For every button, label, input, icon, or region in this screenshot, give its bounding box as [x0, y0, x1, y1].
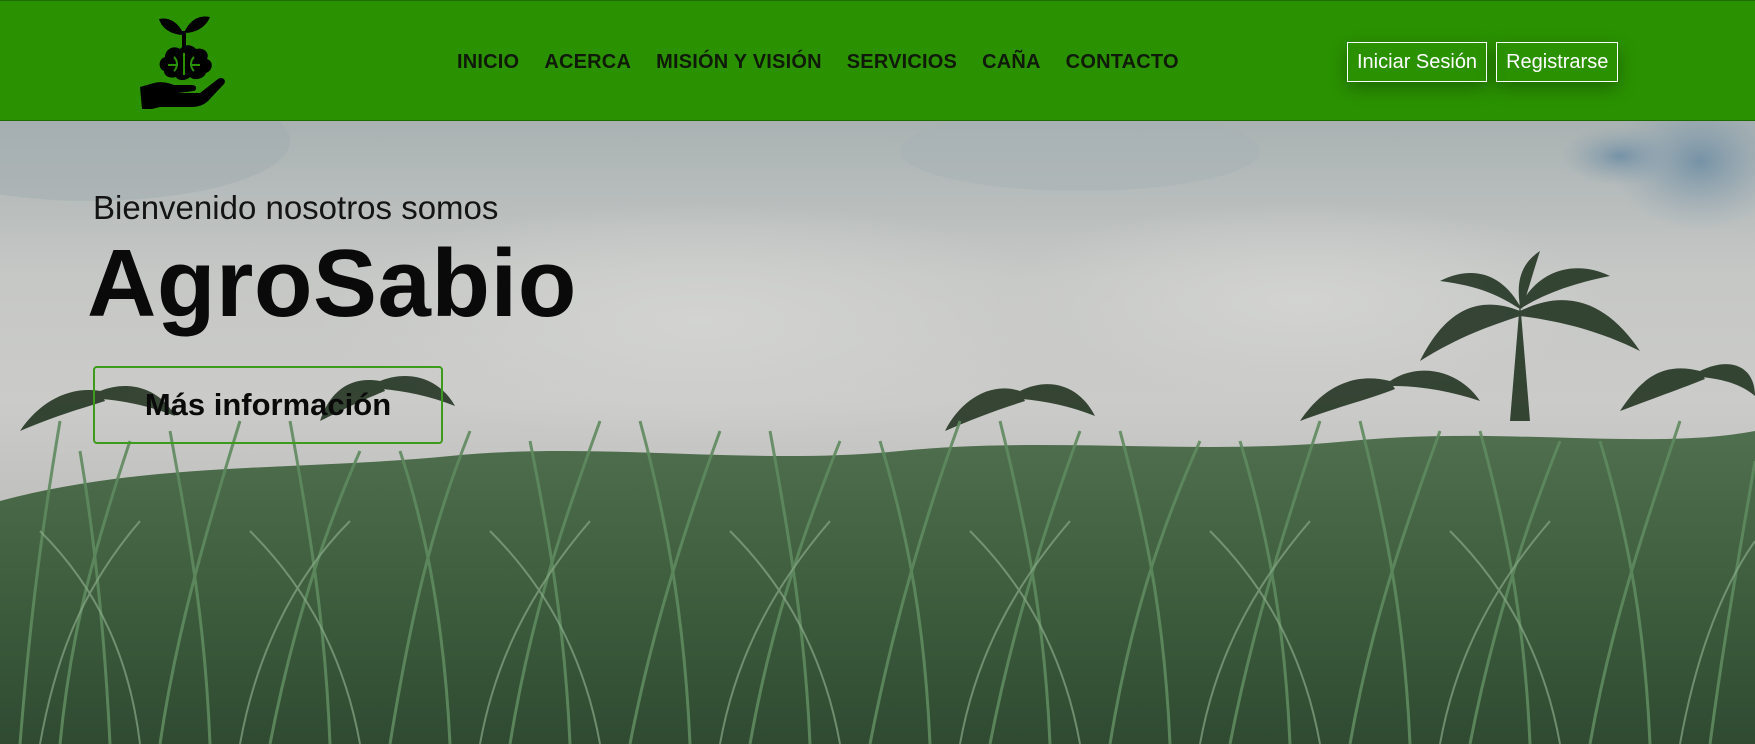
login-button[interactable]: Iniciar Sesión: [1347, 42, 1488, 82]
nav-item-cana[interactable]: CAÑA: [982, 51, 1041, 74]
register-button[interactable]: Registrarse: [1496, 42, 1619, 82]
nav-item-contacto[interactable]: CONTACTO: [1066, 51, 1179, 74]
auth-buttons: Iniciar Sesión Registrarse: [1347, 42, 1619, 83]
nav-item-acerca[interactable]: ACERCA: [544, 51, 631, 74]
nav-item-servicios[interactable]: SERVICIOS: [847, 51, 957, 74]
site-header: INICIO ACERCA MISIÓN Y VISIÓN SERVICIOS …: [0, 0, 1755, 121]
main-nav: INICIO ACERCA MISIÓN Y VISIÓN SERVICIOS …: [457, 49, 1179, 75]
nav-item-inicio[interactable]: INICIO: [457, 51, 519, 74]
hero-section: Bienvenido nosotros somos AgroSabio Más …: [0, 121, 1755, 744]
hero-subtitle: Bienvenido nosotros somos: [93, 189, 499, 226]
hero-title: AgroSabio: [87, 230, 577, 337]
nav-item-mision-vision[interactable]: MISIÓN Y VISIÓN: [656, 51, 822, 74]
more-info-button[interactable]: Más información: [93, 366, 443, 444]
plant-brain-hand-icon[interactable]: [134, 13, 234, 111]
